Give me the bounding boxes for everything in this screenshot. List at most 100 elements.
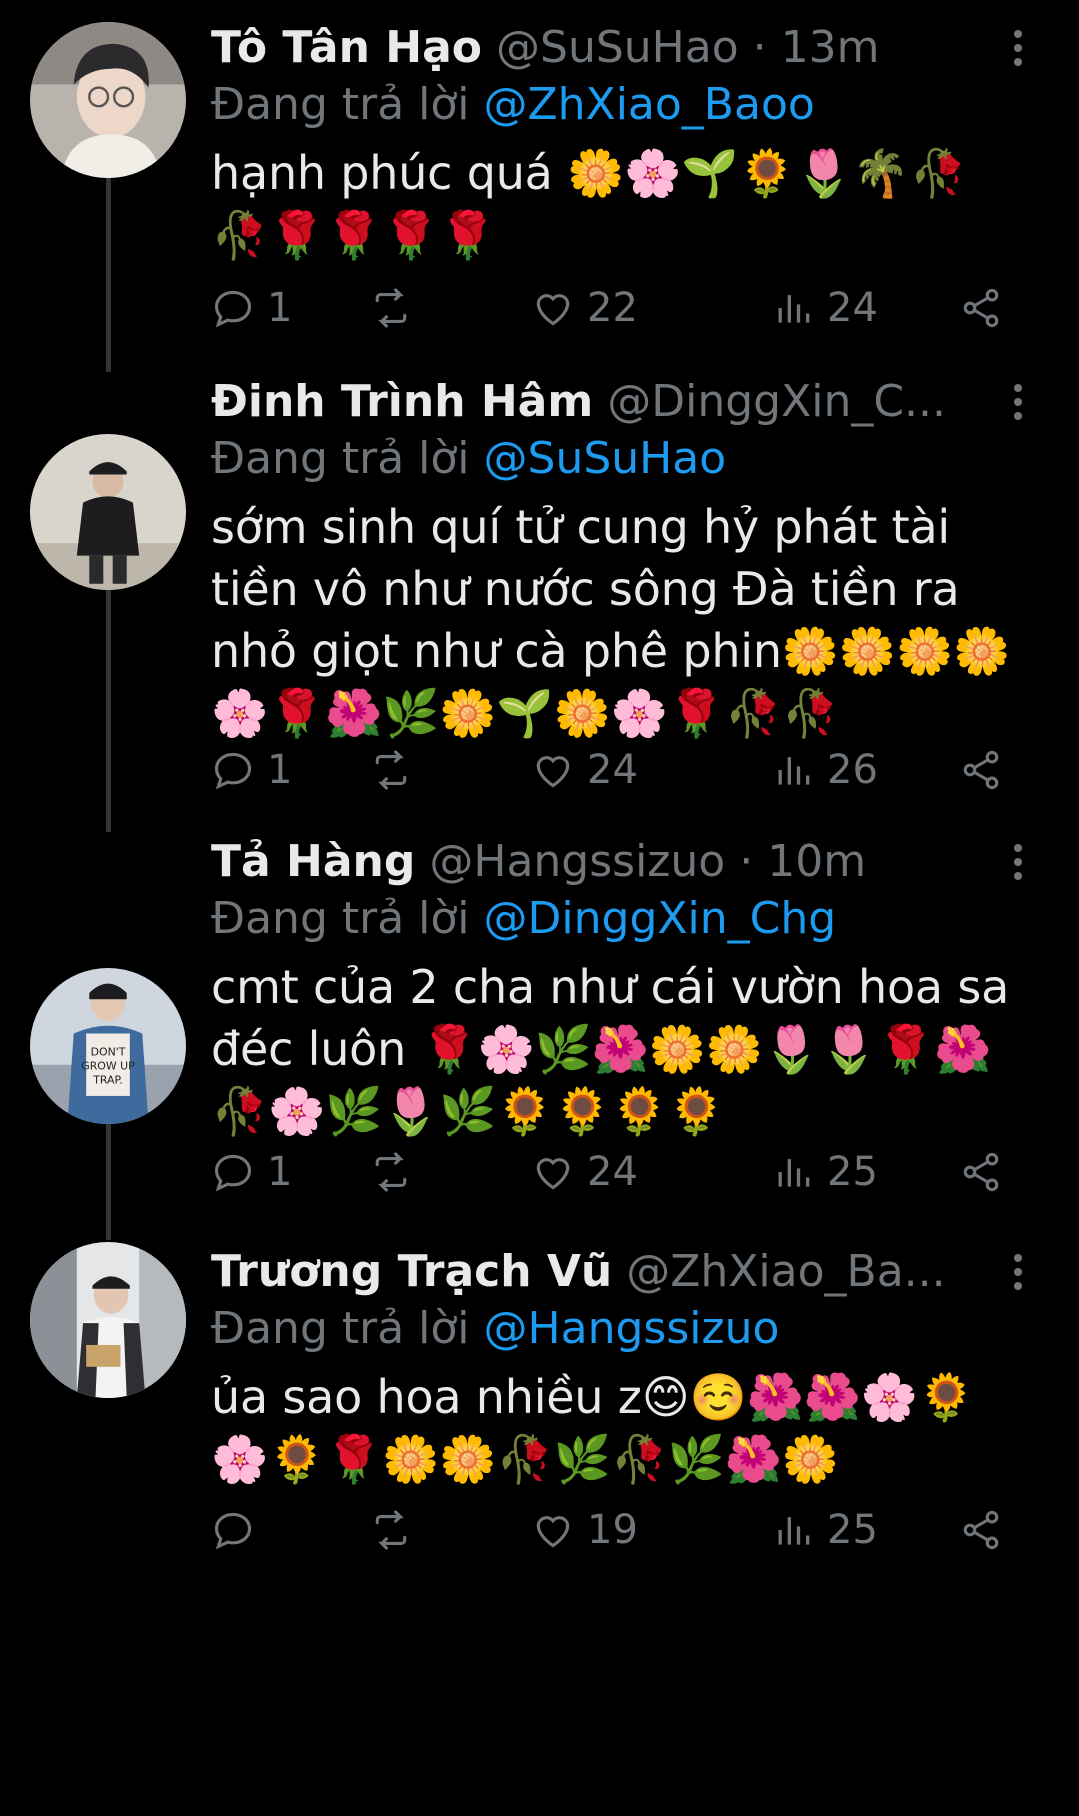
views-button[interactable]: 24	[771, 278, 878, 338]
tweet-text: hạnh phúc quá 🌼🌸🌱🌻🌷🌴🥀🥀🌹🌹🌹🌹	[211, 146, 967, 262]
more-options-icon[interactable]	[1000, 1242, 1036, 1302]
like-button[interactable]: 22	[531, 278, 638, 338]
retweet-icon	[375, 1510, 407, 1550]
reply-mention-link[interactable]: @DinggXin_Chg	[484, 893, 837, 944]
views-button[interactable]: 26	[771, 740, 878, 800]
view-count: 26	[827, 747, 878, 793]
views-icon	[778, 1517, 810, 1545]
like-button[interactable]: 19	[531, 1500, 638, 1560]
tweet-header: Tô Tân Hạo @SuSuHao · 13m	[211, 16, 984, 80]
tweet[interactable]: Trương Trạch Vũ @ZhXiao_Ba... Đang trả l…	[0, 1238, 1079, 1816]
views-button[interactable]: 25	[771, 1500, 878, 1560]
user-handle[interactable]: @DinggXin_C...	[607, 376, 946, 427]
share-button[interactable]	[959, 1142, 1003, 1202]
more-options-icon[interactable]	[1000, 372, 1036, 432]
svg-text:TRAP.: TRAP.	[92, 1073, 123, 1086]
reply-icon	[214, 1512, 252, 1550]
share-button[interactable]	[959, 740, 1003, 800]
like-count: 24	[587, 747, 638, 793]
avatar-image	[30, 1242, 186, 1398]
reply-mention-link[interactable]: @ZhXiao_Baoo	[484, 79, 815, 130]
reply-mention-link[interactable]: @SuSuHao	[484, 433, 727, 484]
replying-to: Đang trả lời @Hangssizuo	[211, 1298, 1049, 1360]
share-button[interactable]	[959, 1500, 1003, 1560]
tweet[interactable]: Tô Tân Hạo @SuSuHao · 13m Đang trả lời @…	[0, 0, 1079, 370]
avatar[interactable]	[30, 22, 186, 178]
user-handle[interactable]: @ZhXiao_Ba...	[626, 1246, 945, 1297]
avatar[interactable]	[30, 1242, 186, 1398]
views-icon	[778, 295, 810, 323]
display-name[interactable]: Đinh Trình Hâm	[211, 376, 593, 427]
view-count: 25	[827, 1507, 878, 1553]
heart-icon	[536, 1516, 570, 1548]
replying-to: Đang trả lời @SuSuHao	[211, 428, 1049, 490]
separator-dot: ·	[739, 836, 754, 887]
display-name[interactable]: Tô Tân Hạo	[211, 22, 482, 73]
reply-button[interactable]: 1	[211, 740, 292, 800]
timestamp[interactable]: 10m	[767, 836, 866, 887]
retweet-button[interactable]	[369, 740, 425, 800]
action-bar: 1 24 25	[211, 1142, 1011, 1202]
replying-label: Đang trả lời	[211, 79, 470, 130]
like-button[interactable]: 24	[531, 740, 638, 800]
retweet-button[interactable]	[369, 278, 425, 338]
timestamp[interactable]: 13m	[781, 22, 880, 73]
tweet-text: ủa sao hoa nhiều z😊☺️🌺🌺🌸🌻🌸🌻🌹🌼🌼🥀🌿🥀🌿🌺🌼	[211, 1370, 975, 1486]
reply-icon	[214, 752, 252, 790]
user-handle[interactable]: @SuSuHao	[496, 22, 739, 73]
replying-label: Đang trả lời	[211, 893, 470, 944]
reply-button[interactable]: 1	[211, 1142, 292, 1202]
share-icon	[963, 1152, 999, 1192]
user-handle[interactable]: @Hangssizuo	[429, 836, 725, 887]
replying-label: Đang trả lời	[211, 1303, 470, 1354]
reply-count: 1	[267, 1149, 293, 1195]
action-bar: 1 22 24	[211, 278, 1011, 338]
reply-button[interactable]	[211, 1500, 267, 1560]
reply-count: 1	[267, 285, 293, 331]
svg-text:DON'T: DON'T	[91, 1045, 126, 1058]
reply-count: 1	[267, 747, 293, 793]
retweet-icon	[375, 288, 407, 328]
action-bar: 19 25	[211, 1500, 1011, 1560]
tweet-header: Trương Trạch Vũ @ZhXiao_Ba...	[211, 1240, 984, 1304]
replying-label: Đang trả lời	[211, 433, 470, 484]
views-icon	[778, 757, 810, 785]
svg-text:GROW UP: GROW UP	[81, 1059, 135, 1072]
display-name[interactable]: Trương Trạch Vũ	[211, 1246, 612, 1297]
avatar[interactable]: DON'T GROW UP TRAP.	[30, 968, 186, 1124]
tweet-text: sớm sinh quí tử cung hỷ phát tài tiền vô…	[211, 500, 1011, 740]
tweet[interactable]: DON'T GROW UP TRAP. Tả Hàng @Hangssizuo …	[0, 830, 1079, 1238]
like-count: 22	[587, 285, 638, 331]
reply-icon	[214, 290, 252, 328]
heart-icon	[536, 1158, 570, 1190]
more-options-icon[interactable]	[1000, 832, 1036, 892]
retweet-icon	[375, 1152, 407, 1192]
reply-mention-link[interactable]: @Hangssizuo	[484, 1303, 780, 1354]
like-button[interactable]: 24	[531, 1142, 638, 1202]
heart-icon	[536, 756, 570, 788]
replying-to: Đang trả lời @ZhXiao_Baoo	[211, 74, 1049, 136]
retweet-icon	[375, 750, 407, 790]
tweet[interactable]: Đinh Trình Hâm @DinggXin_C... Đang trả l…	[0, 370, 1079, 830]
share-icon	[963, 750, 999, 790]
replying-to: Đang trả lời @DinggXin_Chg	[211, 888, 1049, 950]
views-icon	[778, 1159, 810, 1187]
share-icon	[963, 1510, 999, 1550]
more-options-icon[interactable]	[1000, 18, 1036, 78]
reply-button[interactable]: 1	[211, 278, 292, 338]
share-button[interactable]	[959, 278, 1003, 338]
like-count: 24	[587, 1149, 638, 1195]
separator-dot: ·	[752, 22, 767, 73]
avatar-image	[30, 22, 186, 178]
views-button[interactable]: 25	[771, 1142, 878, 1202]
avatar-image: DON'T GROW UP TRAP.	[30, 968, 186, 1124]
action-bar: 1 24 26	[211, 740, 1011, 800]
display-name[interactable]: Tả Hàng	[211, 836, 415, 887]
retweet-button[interactable]	[369, 1500, 425, 1560]
like-count: 19	[587, 1507, 638, 1553]
avatar-image	[30, 434, 186, 590]
share-icon	[963, 288, 999, 328]
tweet-header: Đinh Trình Hâm @DinggXin_C...	[211, 370, 984, 434]
retweet-button[interactable]	[369, 1142, 425, 1202]
avatar[interactable]	[30, 434, 186, 590]
